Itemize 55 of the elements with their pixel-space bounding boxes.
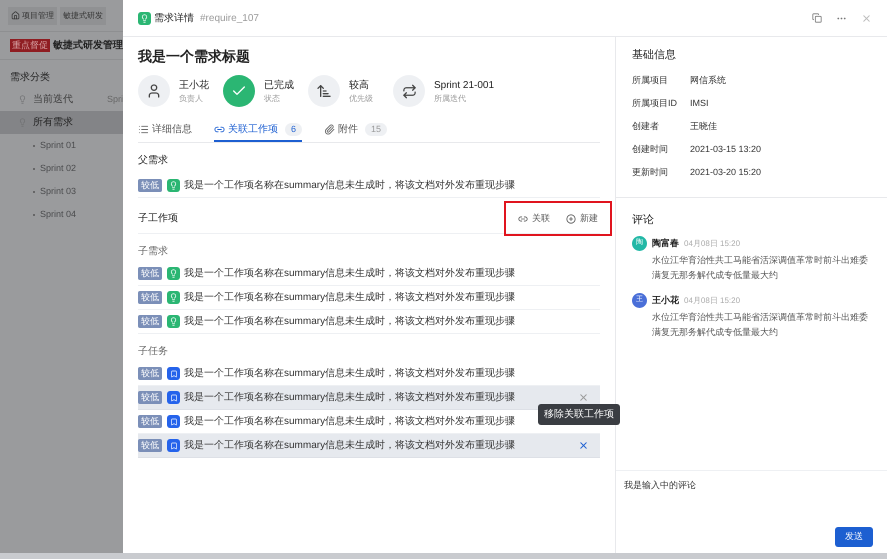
priority-tag: 较低 — [138, 315, 162, 328]
work-item-title: 我是一个工作项名称在summary信息未生成时，将该文档对外发布重现步骤 — [184, 290, 516, 305]
comment-time: 04月08日 15:20 — [684, 238, 740, 250]
info-label: 所属项目ID — [632, 97, 678, 110]
comment-text: 水位江华育治性共工马能省活深调值革常时前斗出难委满复无那务解代成专低量最大约 — [652, 311, 869, 339]
work-item-title: 我是一个工作项名称在summary信息未生成时，将该文档对外发布重现步骤 — [184, 266, 516, 281]
comment-time: 04月08日 15:20 — [684, 294, 740, 306]
priority-tag: 较低 — [138, 179, 162, 192]
tooltip: 移除关联工作项 — [538, 404, 620, 425]
field-value: 王小花 — [179, 78, 209, 92]
field-label: 优先级 — [349, 92, 373, 104]
group-title: 子任务 — [138, 344, 169, 358]
count-badge: 6 — [285, 122, 302, 136]
info-label: 创建者 — [632, 120, 660, 134]
priority-tag: 较低 — [138, 391, 162, 404]
comment-author: 陶富春 — [652, 236, 679, 250]
info-label: 创建时间 — [632, 143, 669, 156]
comment-author: 王小花 — [652, 294, 679, 307]
work-item-title: 我是一个工作项名称在summary信息未生成时，将该文档对外发布重现步骤 — [184, 314, 516, 329]
info-label: 更新时间 — [632, 166, 669, 180]
field-value: Sprint 21-001 — [434, 78, 494, 92]
priority-tag: 较低 — [138, 267, 162, 280]
work-item-title: 我是一个工作项名称在summary信息未生成时，将该文档对外发布重现步骤 — [184, 414, 516, 429]
field-label: 负责人 — [179, 92, 204, 104]
requirement-title: 我是一个需求标题 — [138, 47, 251, 66]
field-value: 较高 — [349, 78, 370, 92]
section-title: 基础信息 — [632, 48, 677, 63]
info-label: 所属项目 — [632, 74, 669, 88]
priority-tag: 较低 — [138, 439, 162, 452]
item-id: #require_107 — [200, 12, 259, 26]
priority-tag: 较低 — [138, 291, 162, 304]
work-item-title: 我是一个工作项名称在summary信息未生成时，将该文档对外发布重现步骤 — [184, 438, 516, 453]
work-item-title: 我是一个工作项名称在summary信息未生成时，将该文档对外发布重现步骤 — [184, 178, 516, 193]
section-title: 父需求 — [138, 154, 169, 168]
sidebar-title: 需求分类 — [9, 70, 51, 85]
field-label: 所属迭代 — [434, 92, 467, 104]
info-value: 网信系统 — [690, 74, 726, 88]
work-item-title: 我是一个工作项名称在summary信息未生成时，将该文档对外发布重现步骤 — [184, 390, 516, 405]
field-value: 已完成 — [264, 78, 294, 92]
info-value: 2021-03-15 13:20 — [690, 143, 762, 156]
section-title: 评论 — [632, 212, 655, 228]
group-title: 子需求 — [138, 244, 169, 258]
project-tag: 重点督促 — [10, 39, 50, 52]
work-item-title: 我是一个工作项名称在summary信息未生成时，将该文档对外发布重现步骤 — [184, 366, 516, 381]
info-value: IMSI — [690, 97, 709, 110]
priority-tag: 较低 — [138, 367, 162, 380]
comment-text: 水位江华育治性共工马能省活深调值革常时前斗出难委满复无那务解代成专低量最大约 — [652, 254, 869, 282]
info-value: 2021-03-20 15:20 — [690, 166, 762, 180]
drawer-title: 需求详情 — [154, 12, 194, 26]
count-badge: 15 — [365, 122, 388, 136]
field-label: 状态 — [264, 92, 281, 104]
info-value: 王晓佳 — [690, 120, 717, 134]
priority-tag: 较低 — [138, 415, 162, 428]
project-name: 敏捷式研发管理 — [53, 38, 123, 53]
section-title: 子工作项 — [138, 212, 178, 226]
